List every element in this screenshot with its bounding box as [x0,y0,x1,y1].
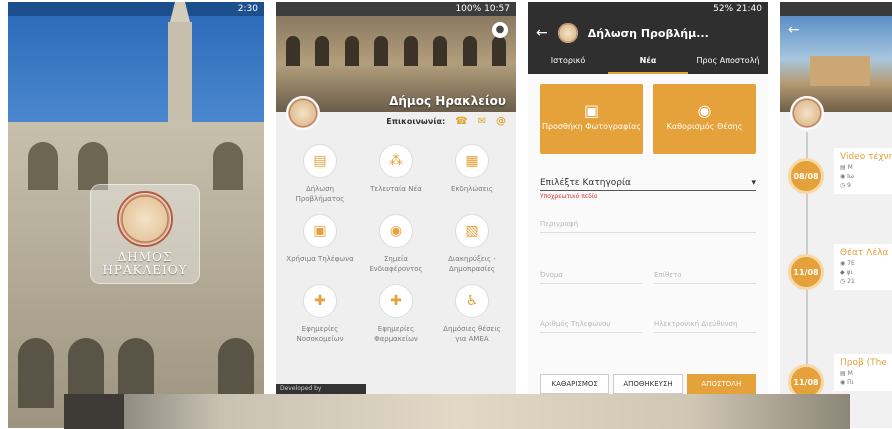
status-bar: 2:30 [8,2,264,16]
pin-icon: ◉ [379,214,413,248]
surname-field[interactable]: Επίθετο [654,251,756,284]
menu-tile-news[interactable]: ⁂ Τελευταία Νέα [358,144,434,204]
wheelchair-icon: ♿ [455,284,489,318]
seal-icon [790,96,824,130]
events-timeline-screen: ← 08/08 Video τέχνη ▤ M ◉ Ιω ◷ 9 11/08 Θέα… [780,2,892,428]
timeline-item[interactable]: 11/08 Θέατ Λέλα ◉ 7Ε ◆ φι ◷ 21 [788,244,892,290]
tab-outbox[interactable]: Προς Αποστολή [688,50,768,74]
menu-grid: ▤ Δήλωση Προβλήματος ⁂ Τελευταία Νέα ▦ Ε… [276,130,516,344]
dropdown-arrow-icon: ▾ [751,178,756,188]
action-row: ▣ Προσθήκη Φωτογραφίας ◉ Καθορισμός Θέση… [528,74,768,154]
name-field[interactable]: Όνομα [540,251,642,284]
pharmacy-icon: ✚ [379,284,413,318]
page-title: Δήμος Ηρακλείου [389,94,506,108]
form-buttons: ΚΑΘΑΡΙΣΜΟΣ ΑΠΟΘΗΚΕΥΣΗ ΑΠΟΣΤΟΛΗ [540,374,756,394]
at-icon[interactable]: @ [496,116,506,127]
seal-icon [557,23,578,43]
bottom-photo-strip [64,394,850,429]
phone-icon[interactable]: ☎ [455,116,467,127]
contact-label: Επικοινωνία: [386,116,446,126]
pin-icon: ◉ [697,101,712,120]
report-form-screen: 52% 21:40 ← Δήλωση Προβλήμ... Ιστορικό Ν… [528,2,768,428]
menu-tile-tenders[interactable]: ▧ Διακηρύξεις - Δημοπρασίες [434,214,510,274]
user-icon[interactable]: ● [492,22,508,38]
required-note: Υποχρεωτικό πεδίο [540,193,598,200]
status-time: 2:30 [237,4,258,14]
menu-tile-pharmacies[interactable]: ✚ Εφημερίες Φαρμακείων [358,284,434,344]
timeline-card: Θέατ Λέλα ◉ 7Ε ◆ φι ◷ 21 [834,244,892,290]
app-store-screenshots: 2:30 ΔΗΜΟΣ ΗΡΑΚΛΕΙΟΥ 100% 10:57 ● Δήμος … [0,0,892,429]
tab-new[interactable]: Νέα [608,50,688,74]
timeline-card: Video τέχνη ▤ M ◉ Ιω ◷ 9 [834,148,892,194]
menu-tile-phones[interactable]: ▣ Χρήσιμα Τηλέφωνα [282,214,358,274]
developed-by-label: Developed by [276,384,366,394]
menu-tile-hospitals[interactable]: ✚ Εφημερίες Νοσοκομείων [282,284,358,344]
app-bar: ← Δήλωση Προβλήμ... [528,16,768,50]
seal-icon [286,96,320,130]
menu-tile-accessible-parking[interactable]: ♿ Δημόσιες θέσεις για ΑΜΕΑ [434,284,510,344]
municipality-logo: ΔΗΜΟΣ ΗΡΑΚΛΕΙΟΥ [90,184,200,284]
back-arrow-icon[interactable]: ← [788,22,800,38]
page-title: Δήλωση Προβλήμ... [587,26,709,40]
email-field[interactable]: Ηλεκτρονική Διεύθυνση [654,300,756,333]
timeline-date: 11/08 [788,254,824,290]
book-icon: ▣ [303,214,337,248]
chat-icon: ▤ [303,144,337,178]
timeline-card: Προβ (The ▤ M ◉ Πι [834,354,892,391]
add-photo-button[interactable]: ▣ Προσθήκη Φωτογραφίας [540,84,643,154]
status-time: 10:57 [484,4,510,14]
logo-text: ΔΗΜΟΣ ΗΡΑΚΛΕΙΟΥ [102,250,188,277]
timeline-item[interactable]: 08/08 Video τέχνη ▤ M ◉ Ιω ◷ 9 [788,148,892,194]
save-button[interactable]: ΑΠΟΘΗΚΕΥΣΗ [613,374,683,394]
menu-tile-poi[interactable]: ◉ Σημεία Ενδιαφέροντος [358,214,434,274]
set-location-button[interactable]: ◉ Καθορισμός Θέσης [653,84,756,154]
timeline-date: 08/08 [788,158,824,194]
main-menu-screen: 100% 10:57 ● Δήμος Ηρακλείου Επικοινωνία… [276,2,516,428]
description-field[interactable]: Περιγραφή [540,200,756,233]
splash-screen: 2:30 ΔΗΜΟΣ ΗΡΑΚΛΕΙΟΥ [8,2,264,428]
seal-icon [117,191,173,247]
fortress-photo: ← [780,16,892,112]
status-bar: 52% 21:40 [528,2,768,16]
image-icon: ▣ [583,101,600,120]
phone-field[interactable]: Αριθμός Τηλεφώνου [540,300,642,333]
tab-bar: Ιστορικό Νέα Προς Αποστολή [528,50,768,74]
status-bar [780,2,892,16]
rss-icon: ⁂ [379,144,413,178]
send-button[interactable]: ΑΠΟΣΤΟΛΗ [686,374,756,394]
tab-history[interactable]: Ιστορικό [528,50,608,74]
back-arrow-icon[interactable]: ← [536,25,548,41]
menu-tile-report-problem[interactable]: ▤ Δήλωση Προβλήματος [282,144,358,204]
category-select[interactable]: Επιλέξτε Κατηγορία ▾ [540,178,756,191]
status-time: 21:40 [736,4,762,14]
menu-tile-events[interactable]: ▦ Εκδηλώσεις [434,144,510,204]
calendar-icon: ▦ [455,144,489,178]
clear-button[interactable]: ΚΑΘΑΡΙΣΜΟΣ [540,374,610,394]
hospital-icon: ✚ [303,284,337,318]
mail-icon[interactable]: ✉ [478,116,486,127]
clipboard-icon: ▧ [455,214,489,248]
status-bar: 100% 10:57 [276,2,516,16]
